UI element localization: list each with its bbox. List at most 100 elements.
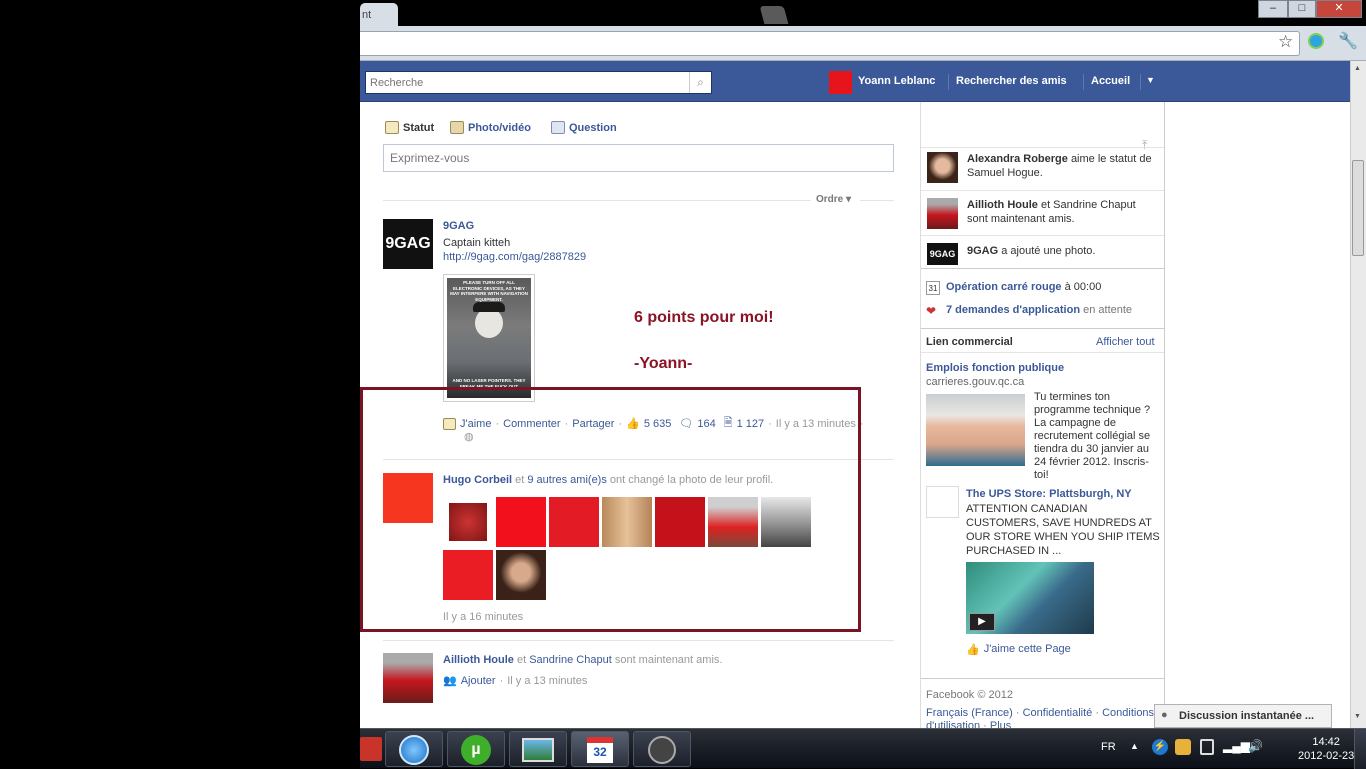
footer-privacy[interactable]: Confidentialité	[1023, 707, 1093, 719]
event-item[interactable]: Opération carré rouge à 00:00	[946, 281, 1101, 293]
show-all-ads-link[interactable]: Afficher tout	[1096, 336, 1155, 348]
footer-language[interactable]: Français (France)	[926, 707, 1013, 719]
calendar-app-button[interactable]: 32	[571, 731, 629, 767]
wrench-icon[interactable]: 🔧	[1338, 31, 1358, 51]
divider	[921, 678, 1164, 679]
ticker-collapse-icon[interactable]: ⤒	[1142, 138, 1147, 153]
address-bar[interactable]	[360, 31, 1300, 56]
status-icon	[385, 121, 399, 134]
new-tab-button[interactable]	[759, 6, 789, 24]
volume-icon[interactable]: 🔊	[1248, 739, 1263, 753]
divider	[921, 328, 1164, 329]
heart-icon: ❤	[926, 304, 937, 318]
pinned-app-icon[interactable]	[360, 737, 382, 761]
account-menu-arrow-icon[interactable]: ▼	[1146, 75, 1155, 85]
find-friends-link[interactable]: Rechercher des amis	[956, 75, 1067, 87]
divider	[921, 352, 1164, 353]
bookmark-star-icon[interactable]: ☆	[1278, 32, 1293, 52]
ticker-item[interactable]: Alexandra Roberge aime le statut de Samu…	[967, 152, 1157, 180]
aillioth-avatar[interactable]	[383, 653, 433, 703]
device-tray-icon[interactable]	[1200, 739, 1214, 755]
ad1-title[interactable]: Emplois fonction publique	[926, 362, 1064, 374]
ticker-item[interactable]: 9GAG a ajouté une photo.	[967, 244, 1157, 258]
status-input[interactable]: Exprimez-vous	[383, 144, 894, 172]
footer-more[interactable]: Plus	[990, 720, 1011, 728]
divider	[921, 268, 1164, 269]
friend-sandrine[interactable]: Sandrine Chaput	[529, 654, 612, 666]
search-icon[interactable]: ⌕	[689, 72, 711, 93]
divider	[921, 147, 1164, 148]
ad2-logo[interactable]	[926, 486, 959, 518]
search-box[interactable]: ⌕	[365, 71, 712, 94]
tab-status[interactable]: Statut	[385, 121, 434, 134]
post-author-9gag[interactable]: 9GAG	[443, 220, 474, 232]
9gag-avatar[interactable]: 9GAG	[383, 219, 433, 269]
scrollbar-thumb[interactable]	[1352, 160, 1364, 256]
tray-expand-icon[interactable]: ▲	[1130, 741, 1139, 751]
cat-face	[475, 308, 503, 338]
home-link[interactable]: Accueil	[1091, 75, 1130, 87]
ad2-like[interactable]: 👍 J'aime cette Page	[966, 643, 1071, 656]
scroll-up-icon[interactable]: ▲	[1354, 65, 1361, 72]
ticker-avatar[interactable]	[927, 198, 958, 229]
steam-button[interactable]	[633, 731, 691, 767]
ad2-title[interactable]: The UPS Store: Plattsburgh, NY	[966, 488, 1132, 500]
tab-question[interactable]: Question	[551, 121, 617, 134]
show-desktop-button[interactable]	[1354, 729, 1366, 769]
tray-app-icon[interactable]	[1175, 739, 1191, 755]
author-aillioth[interactable]: Aillioth Houle	[443, 654, 514, 666]
annotation-points: 6 points pour moi!	[634, 309, 774, 326]
ad2-body[interactable]: ATTENTION CANADIAN CUSTOMERS, SAVE HUNDR…	[966, 502, 1162, 558]
footer-copyright: Facebook © 2012	[926, 689, 1013, 701]
minimize-button[interactable]: –	[1258, 0, 1288, 18]
meme-top-caption: PLEASE TURN OFF ALL ELECTRONIC DEVICES, …	[450, 280, 528, 302]
ticker-avatar-9gag[interactable]: 9GAG	[927, 243, 958, 265]
steam-icon	[648, 736, 676, 764]
chat-bar[interactable]: ● Discussion instantanée ...	[1154, 704, 1332, 728]
user-avatar[interactable]	[829, 71, 852, 94]
add-friend-link[interactable]: Ajouter	[461, 675, 496, 687]
clock-time: 14:42	[1312, 736, 1340, 748]
search-input[interactable]	[366, 72, 686, 93]
chat-user-icon: ●	[1161, 709, 1168, 721]
post-text: Captain kitteh	[443, 237, 511, 249]
order-menu[interactable]: Ordre ▾	[816, 194, 851, 205]
browser-toolbar: ☆ 🔧	[360, 26, 1366, 61]
utorrent-button[interactable]: µ	[447, 731, 505, 767]
friends-actions: 👥 Ajouter · Il y a 13 minutes	[443, 674, 588, 688]
calendar-app-icon: 32	[587, 737, 613, 763]
chat-sidebar	[1164, 102, 1350, 728]
photo-icon	[450, 121, 464, 134]
pilot-hat	[473, 302, 505, 312]
utorrent-icon: µ	[461, 735, 491, 765]
post-photo[interactable]: PLEASE TURN OFF ALL ELECTRONIC DEVICES, …	[443, 274, 535, 402]
ticker-avatar[interactable]	[927, 152, 958, 183]
profile-link[interactable]: Yoann Leblanc	[858, 75, 935, 87]
clock[interactable]: 14:42 2012-02-23	[1298, 735, 1354, 763]
calendar-icon: 31	[926, 281, 940, 295]
ticker-item[interactable]: Aillioth Houle et Sandrine Chaput sont m…	[967, 198, 1157, 226]
ad1-image[interactable]	[926, 394, 1025, 466]
ad1-domain[interactable]: carrieres.gouv.qc.ca	[926, 376, 1024, 388]
friends-post-time[interactable]: Il y a 13 minutes	[507, 675, 587, 687]
flash-tray-icon[interactable]: ⚡	[1152, 739, 1168, 755]
skype-extension-icon[interactable]	[1308, 33, 1324, 49]
close-window-button[interactable]: ✕	[1316, 0, 1362, 18]
itunes-button[interactable]	[385, 731, 443, 767]
add-friend-icon: 👥	[443, 675, 457, 687]
tab-photo-video[interactable]: Photo/vidéo	[450, 121, 531, 134]
ad1-body[interactable]: Tu termines ton programme technique ? La…	[1034, 391, 1161, 482]
scroll-down-icon[interactable]: ▼	[1354, 713, 1361, 720]
language-indicator[interactable]: FR	[1101, 741, 1116, 753]
ad2-video[interactable]: ▶	[966, 562, 1094, 634]
divider	[921, 190, 1164, 191]
question-icon	[551, 121, 565, 134]
annotation-signature: -Yoann-	[634, 355, 693, 372]
network-signal-icon[interactable]: ▂▄▆	[1223, 739, 1250, 753]
post-link[interactable]: http://9gag.com/gag/2887829	[443, 251, 586, 263]
photo-viewer-button[interactable]	[509, 731, 567, 767]
play-icon[interactable]: ▶	[969, 613, 995, 631]
app-requests-item[interactable]: 7 demandes d'application en attente	[946, 304, 1132, 316]
maximize-button[interactable]: □	[1288, 0, 1316, 18]
tab-spacer	[390, 3, 400, 26]
